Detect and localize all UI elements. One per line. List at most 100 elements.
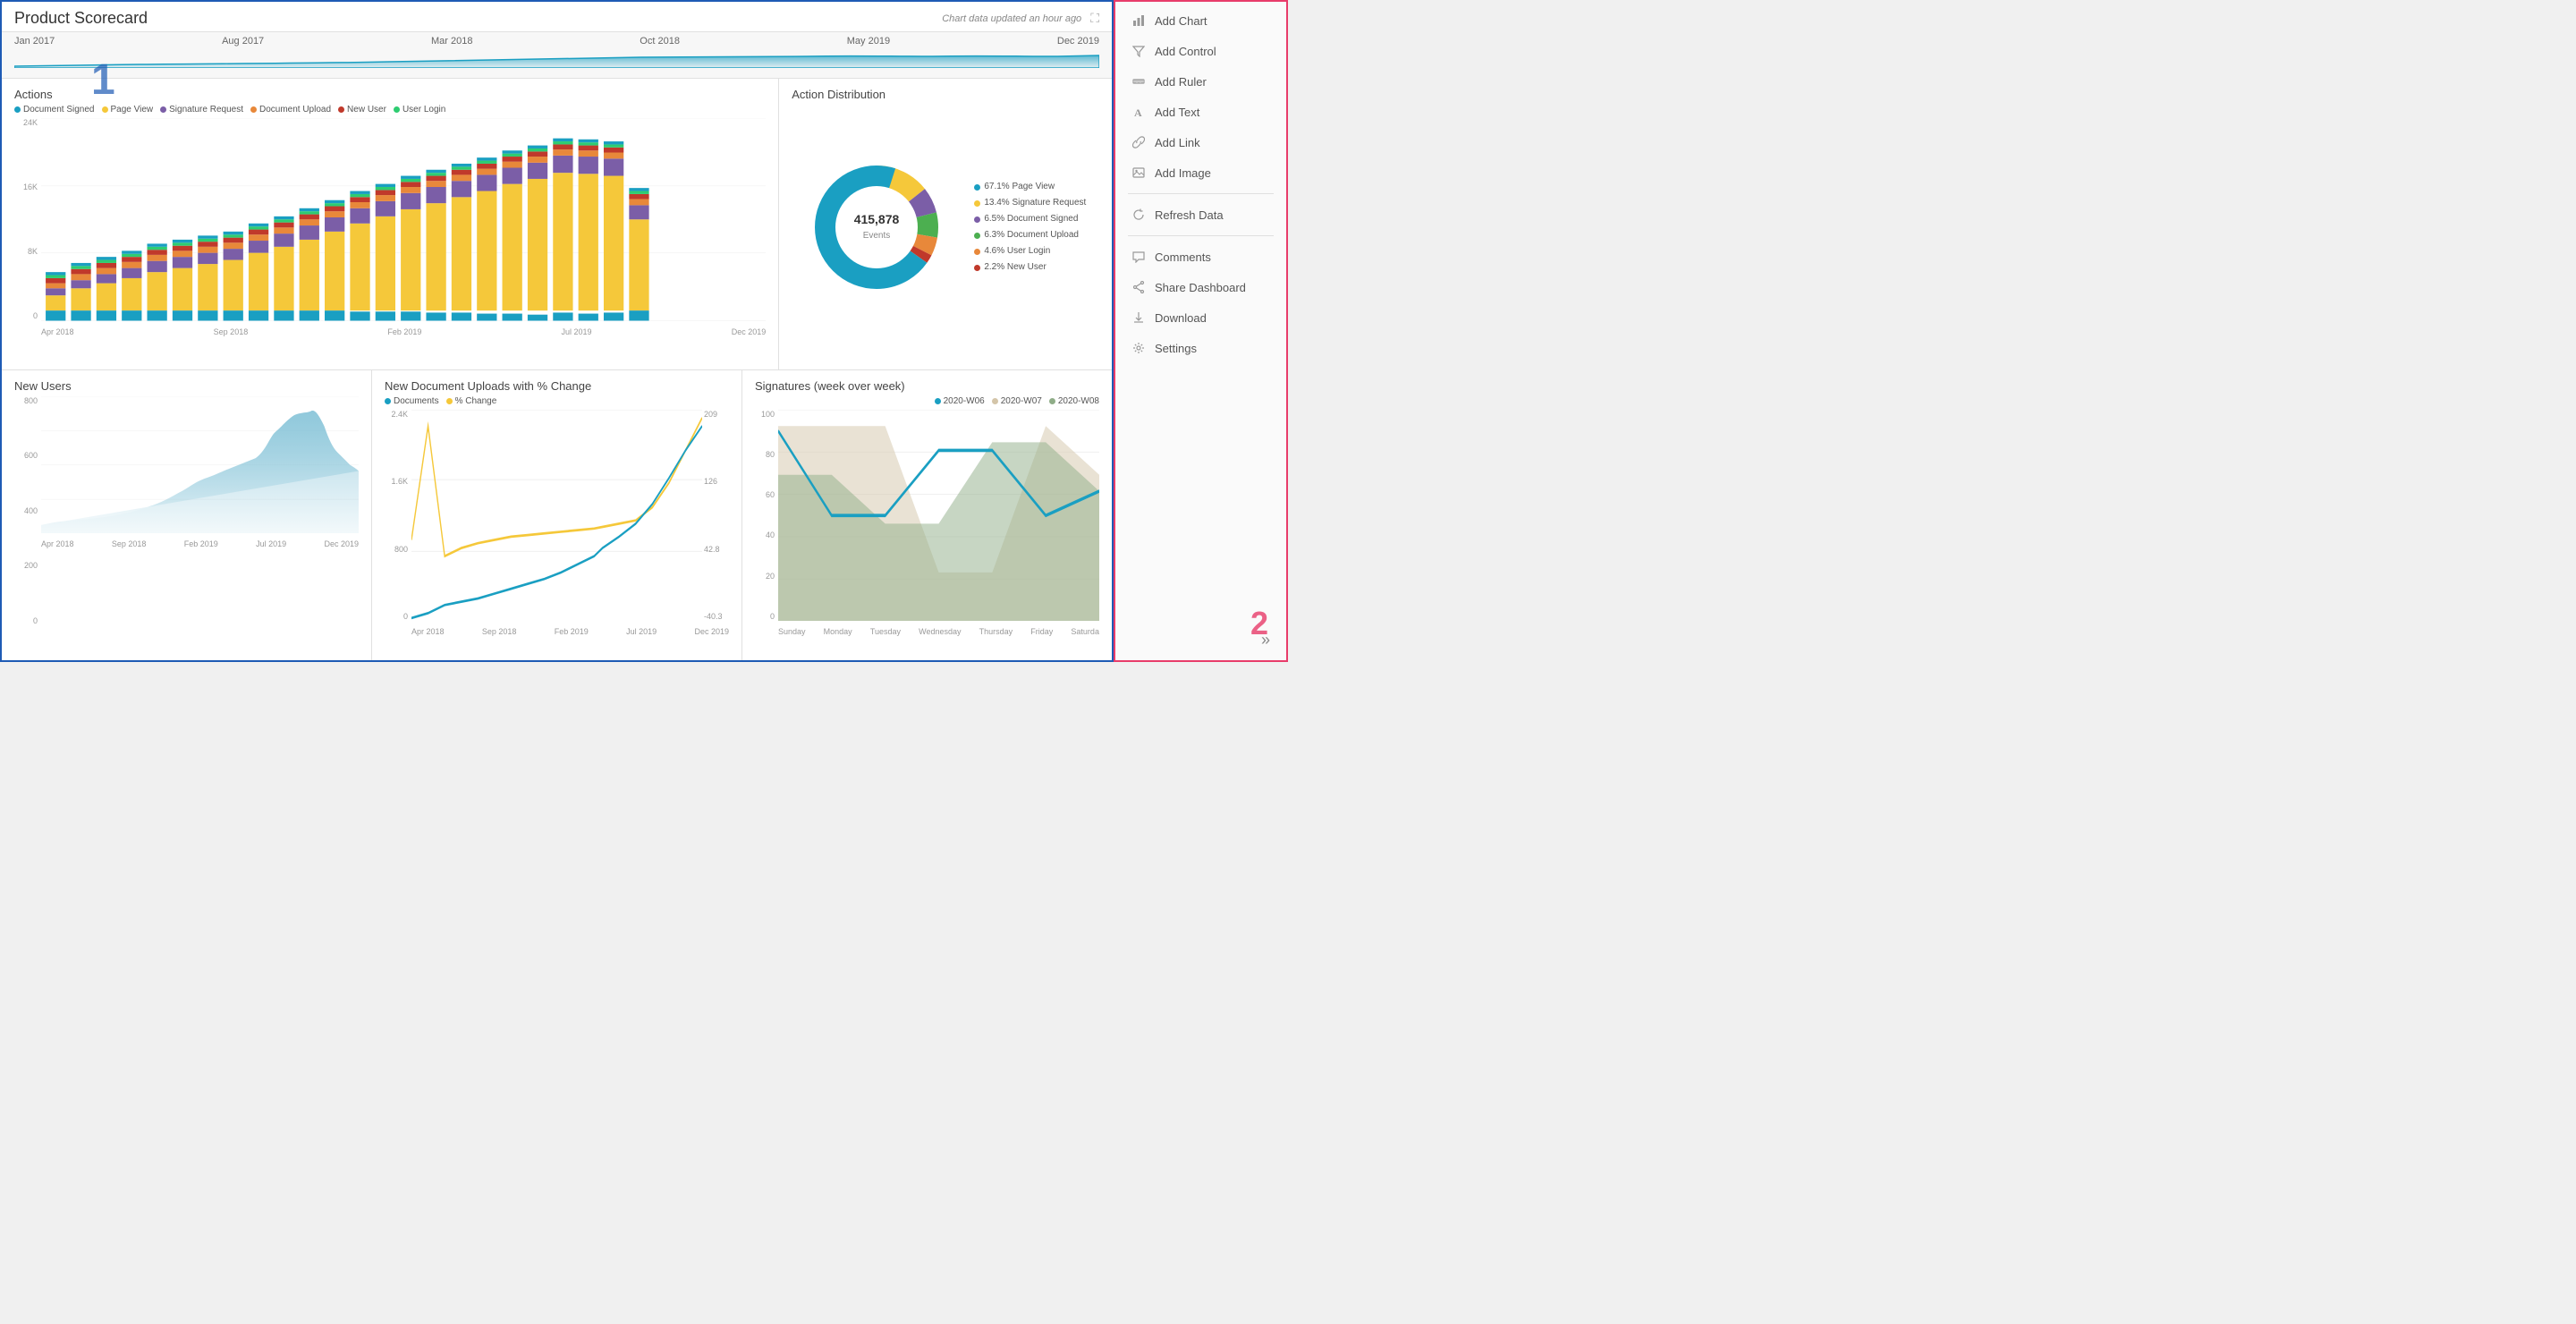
filter-icon [1131, 44, 1146, 58]
donut-container: 415,878 Events 67.1% Page View 13.4% Sig… [792, 105, 1099, 351]
donut-legend-doc-upload: 6.3% Document Upload [974, 227, 1086, 243]
user-login-dot [394, 106, 400, 113]
y-axis-sigs: 100 80 60 40 20 0 [755, 410, 776, 622]
link-icon [1131, 135, 1146, 149]
timeline-labels: Jan 2017 Aug 2017 Mar 2018 Oct 2018 May … [14, 34, 1099, 47]
sidebar-item-share[interactable]: Share Dashboard [1115, 272, 1286, 302]
x-axis-users: Apr 2018 Sep 2018 Feb 2019 Jul 2019 Dec … [41, 539, 359, 548]
legend-w08: 2020-W08 [1049, 396, 1099, 406]
donut-legend-page-view: 67.1% Page View [974, 179, 1086, 195]
donut-legend-user-login: 4.6% User Login [974, 243, 1086, 259]
y-axis-actions: 24K 16K 8K 0 [14, 118, 39, 321]
sidebar-item-comments[interactable]: Comments [1115, 242, 1286, 272]
timeline-label-4: May 2019 [847, 36, 890, 47]
legend-documents: Documents [385, 396, 439, 406]
sidebar-label-download: Download [1155, 311, 1207, 325]
sidebar-label-add-control: Add Control [1155, 45, 1216, 58]
actions-bar-chart: 24K 16K 8K 0 [14, 118, 766, 339]
x-axis-actions: Apr 2018 Sep 2018 Feb 2019 Jul 2019 Dec … [41, 327, 766, 336]
uploads-svg [411, 410, 702, 622]
donut-legend-new-user: 2.2% New User [974, 259, 1086, 276]
x-axis-sigs: Sunday Monday Tuesday Wednesday Thursday… [778, 627, 1099, 636]
sidebar-item-refresh[interactable]: Refresh Data [1115, 199, 1286, 230]
doc-signed-dot [14, 106, 21, 113]
actions-title: Actions [14, 88, 766, 101]
uploads-title: New Document Uploads with % Change [385, 379, 729, 393]
sidebar-item-add-text[interactable]: A Add Text [1115, 97, 1286, 127]
actions-legend: Document Signed Page View Signature Requ… [14, 105, 766, 115]
legend-new-user: New User [338, 105, 386, 115]
dashboard-header: Product Scorecard Chart data updated an … [2, 2, 1112, 32]
fullscreen-icon[interactable]: ⛶ [1090, 11, 1099, 26]
donut-chart: 415,878 Events [805, 156, 948, 299]
distribution-chart-panel: Action Distribution [779, 79, 1112, 369]
header-right: Chart data updated an hour ago ⛶ [942, 11, 1099, 26]
sidebar-label-add-image: Add Image [1155, 166, 1211, 180]
sidebar-label-add-chart: Add Chart [1155, 14, 1208, 28]
legend-doc-upload: Document Upload [250, 105, 331, 115]
uploads-chart: 2.4K 1.6K 800 0 209 126 42.8 -40.3 [385, 410, 729, 638]
dashboard-title: Product Scorecard [14, 9, 148, 28]
download-icon [1131, 310, 1146, 325]
sidebar-item-add-image[interactable]: Add Image [1115, 157, 1286, 188]
signatures-svg [778, 410, 1099, 622]
charts-area: Actions Document Signed Page View Signat… [2, 79, 1112, 660]
uploads-legend: Documents % Change [385, 396, 729, 406]
y-axis-pct: 209 126 42.8 -40.3 [702, 410, 729, 622]
last-updated: Chart data updated an hour ago [942, 13, 1081, 24]
sidebar-item-download[interactable]: Download [1115, 302, 1286, 333]
distribution-title: Action Distribution [792, 88, 1099, 101]
bottom-charts-row: New Users 800 600 400 200 0 [2, 370, 1112, 661]
doc-upload-dot [250, 106, 257, 113]
sidebar-divider-2 [1128, 235, 1274, 236]
signatures-title: Signatures (week over week) [755, 379, 1099, 393]
y-axis-users: 800 600 400 200 0 [14, 396, 39, 626]
signatures-legend: 2020-W06 2020-W07 2020-W08 [755, 396, 1099, 406]
svg-text:Events: Events [863, 231, 891, 241]
sidebar-label-add-link: Add Link [1155, 136, 1200, 149]
actions-chart-panel: Actions Document Signed Page View Signat… [2, 79, 779, 369]
main-dashboard: Product Scorecard Chart data updated an … [0, 0, 1114, 662]
svg-text:A: A [1134, 106, 1142, 118]
signatures-panel: Signatures (week over week) 2020-W06 202… [742, 370, 1112, 661]
bar-chart-svg [41, 118, 766, 321]
y-axis-uploads: 2.4K 1.6K 800 0 [385, 410, 410, 622]
sidebar-item-add-control[interactable]: Add Control [1115, 36, 1286, 66]
sidebar-label-settings: Settings [1155, 342, 1197, 355]
signatures-chart: 100 80 60 40 20 0 [755, 410, 1099, 638]
timeline-label-3: Oct 2018 [640, 36, 680, 47]
refresh-icon [1131, 208, 1146, 222]
label-2: 2 [1250, 605, 1268, 642]
timeline-label-2: Mar 2018 [431, 36, 472, 47]
sidebar-divider-1 [1128, 193, 1274, 194]
settings-icon [1131, 341, 1146, 355]
legend-w06: 2020-W06 [935, 396, 985, 406]
new-users-panel: New Users 800 600 400 200 0 [2, 370, 372, 661]
legend-w07: 2020-W07 [992, 396, 1042, 406]
top-charts-row: Actions Document Signed Page View Signat… [2, 79, 1112, 370]
svg-text:415,878: 415,878 [854, 212, 900, 226]
timeline-chart [14, 48, 1099, 68]
timeline-bar: Jan 2017 Aug 2017 Mar 2018 Oct 2018 May … [2, 32, 1112, 79]
sidebar-label-add-ruler: Add Ruler [1155, 75, 1207, 89]
donut-legend: 67.1% Page View 13.4% Signature Request … [974, 179, 1086, 276]
sidebar-item-settings[interactable]: Settings [1115, 333, 1286, 363]
sidebar-label-add-text: Add Text [1155, 106, 1199, 119]
image-icon [1131, 166, 1146, 180]
new-users-svg [41, 396, 359, 534]
sidebar-item-add-ruler[interactable]: Add Ruler [1115, 66, 1286, 97]
sidebar-label-share: Share Dashboard [1155, 281, 1246, 294]
chart-icon [1131, 13, 1146, 28]
sidebar-label-comments: Comments [1155, 250, 1211, 264]
donut-legend-doc-signed: 6.5% Document Signed [974, 211, 1086, 227]
new-users-chart: 800 600 400 200 0 [14, 396, 359, 642]
text-icon: A [1131, 105, 1146, 119]
sidebar-item-add-link[interactable]: Add Link [1115, 127, 1286, 157]
ruler-icon [1131, 74, 1146, 89]
uploads-panel: New Document Uploads with % Change Docum… [372, 370, 742, 661]
legend-page-view: Page View [102, 105, 154, 115]
sidebar-item-add-chart[interactable]: Add Chart [1115, 5, 1286, 36]
donut-legend-sig-request: 13.4% Signature Request [974, 195, 1086, 211]
page-view-dot [102, 106, 108, 113]
sidebar-label-refresh: Refresh Data [1155, 208, 1224, 222]
